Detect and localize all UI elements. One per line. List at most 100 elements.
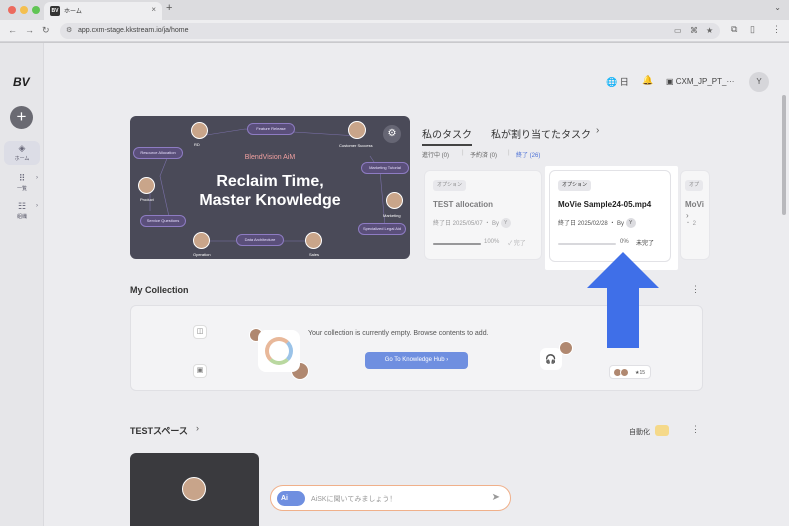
extensions-icon[interactable]: ⧉ [731,24,737,35]
browser-toolbar: ← → ↻ ⚙ app.cxm-stage.kkstream.io/ja/hom… [0,20,789,42]
image-icon: ▣ [193,364,207,378]
address-bar[interactable]: ⚙ app.cxm-stage.kkstream.io/ja/home ▭ ⌘ … [60,23,720,39]
app-logo[interactable]: BV [13,75,30,89]
ask-ai-bar[interactable]: Ai AiSKに聞いてみましょう！ ➤ [270,485,511,511]
assigner-avatar: Y [500,218,511,229]
ai-toggle[interactable]: Ai [277,491,305,506]
filter-divider: | [462,150,464,156]
workspace-selector[interactable]: ▣ CXM_JP_PT_··· [666,77,734,86]
new-tab-button[interactable]: + [166,2,172,14]
task-badge: オプション [558,180,592,191]
filter-scheduled[interactable]: 予約済 (0) [470,150,497,159]
tab-assigned-tasks[interactable]: 私が割り当てたタスク [491,126,591,141]
forward-icon[interactable]: → [25,25,34,35]
bell-icon[interactable]: 🔔 [642,75,653,86]
ask-input[interactable]: AiSKに聞いてみましょう！ [311,494,396,504]
sidebar: BV + ◈ ホーム ⠿ 一覧 › ☷ 組織 › [0,43,44,526]
task-progress-fill [433,243,481,245]
hero-person-avatar [193,232,210,249]
hero-person-label: Sales [309,252,320,257]
browser-titlebar: BV ホーム × + ⌄ [0,0,789,20]
hero-person-avatar [191,122,208,139]
site-info-icon[interactable]: ⚙ [66,26,72,34]
hero-person-label: Customer Success [339,143,373,148]
hero-person-label: RD [194,142,200,147]
bag-icon: ◫ [193,325,207,339]
send-icon[interactable]: ➤ [492,492,500,503]
space-title[interactable]: TESTスペース [130,424,188,437]
tab-close-icon[interactable]: × [151,5,156,14]
filter-divider: | [508,150,510,156]
space-menu-icon[interactable]: ⋮ [691,424,700,435]
collection-avatar [620,368,629,377]
cast-icon[interactable]: ▭ [674,26,682,35]
settings-gear-icon: ⚙ [383,125,401,143]
language-label: 日 [619,77,629,87]
task-card[interactable]: オプ MoVi ・ 2 [680,170,710,260]
hero-pill: Feature Release [247,123,295,135]
url-text[interactable]: app.cxm-stage.kkstream.io/ja/home [78,27,189,34]
hero-title: Reclaim Time, Master Knowledge [130,172,410,210]
hero-person-avatar [348,121,366,139]
carousel-next-icon[interactable]: › [686,211,689,220]
org-icon: ☷ [17,201,27,211]
minimize-window-button[interactable] [20,6,28,14]
hero-title-line: Master Knowledge [199,192,341,209]
back-icon[interactable]: ← [8,25,17,35]
task-percent: 0% [620,239,629,245]
collection-count: 15 [639,370,645,376]
tab-title: ホーム [64,9,82,15]
automation-toggle[interactable] [655,425,669,436]
chevron-right-icon[interactable]: › [596,125,599,136]
collection-title: My Collection [130,285,189,295]
hero-pill: Specialized Legal Aid [358,223,406,235]
video-thumbnail[interactable] [130,453,259,526]
button-label: Go To Knowledge Hub [384,357,445,363]
hero-title-line: Reclaim Time, [216,173,324,190]
task-status: ✓ 完了 [508,241,526,247]
collection-empty-text: Your collection is currently empty. Brow… [308,330,489,337]
browser-tab[interactable]: BV ホーム × [44,2,162,20]
task-badge: オプ [685,180,704,191]
tab-list-chevron-icon[interactable]: ⌄ [774,3,781,12]
maximize-window-button[interactable] [32,6,40,14]
tab-my-tasks[interactable]: 私のタスク [422,126,472,146]
task-card[interactable]: オプション TEST allocation 終了日 2025/05/07 ・ B… [424,170,542,260]
tab-favicon: BV [50,6,60,16]
filter-done[interactable]: 終了 (26) [516,150,540,159]
hero-banner[interactable]: Feature Release Resource Allocation Mark… [130,116,410,259]
task-meta: 終了日 2025/05/07 ・ By Y [433,218,511,229]
sidebar-item-home[interactable]: ◈ ホーム [4,141,40,165]
task-percent: 100% [484,239,500,245]
create-button[interactable]: + [10,106,33,129]
profile-icon[interactable]: ▯ [750,24,755,35]
go-to-knowledge-hub-button[interactable]: Go To Knowledge Hub › [365,352,468,369]
sidebar-item-list[interactable]: ⠿ 一覧 › [4,171,40,195]
page-scrollbar[interactable] [782,95,786,215]
task-badge: オプション [433,180,467,191]
space-chevron-right-icon[interactable]: › [196,423,199,433]
chevron-right-icon: › [36,175,38,181]
task-due-date: 終了日 2025/05/07 ・ By [433,221,500,227]
home-icon: ◈ [18,143,26,153]
filter-in-progress[interactable]: 進行中 (0) [422,150,449,159]
user-avatar[interactable]: Y [749,72,769,92]
close-window-button[interactable] [8,6,16,14]
task-progress-bar [558,243,616,245]
task-card[interactable]: オプション MoVie Sample24-05.mp4 終了日 2025/02/… [549,170,671,262]
hero-pill: Data Architecture [236,234,284,246]
reload-icon[interactable]: ↻ [42,25,50,36]
collection-menu-icon[interactable]: ⋮ [691,284,700,295]
sidebar-item-label: 一覧 [16,186,27,192]
sidebar-item-label: ホーム [14,156,30,162]
chevron-right-icon: › [36,203,38,209]
sidebar-item-org[interactable]: ☷ 組織 › [4,199,40,223]
browser-menu-icon[interactable]: ⋮ [772,24,781,35]
hero-person-label: Marketing [383,213,401,218]
task-due-date: 終了日 2025/02/28 ・ By [558,221,625,227]
task-progress-bar [433,243,481,245]
translate-icon[interactable]: ⌘ [690,26,698,35]
bookmark-star-icon[interactable]: ★ [706,26,713,35]
automation-label: 自動化 [629,429,650,436]
language-switcher[interactable]: 🌐 日 [606,75,629,88]
